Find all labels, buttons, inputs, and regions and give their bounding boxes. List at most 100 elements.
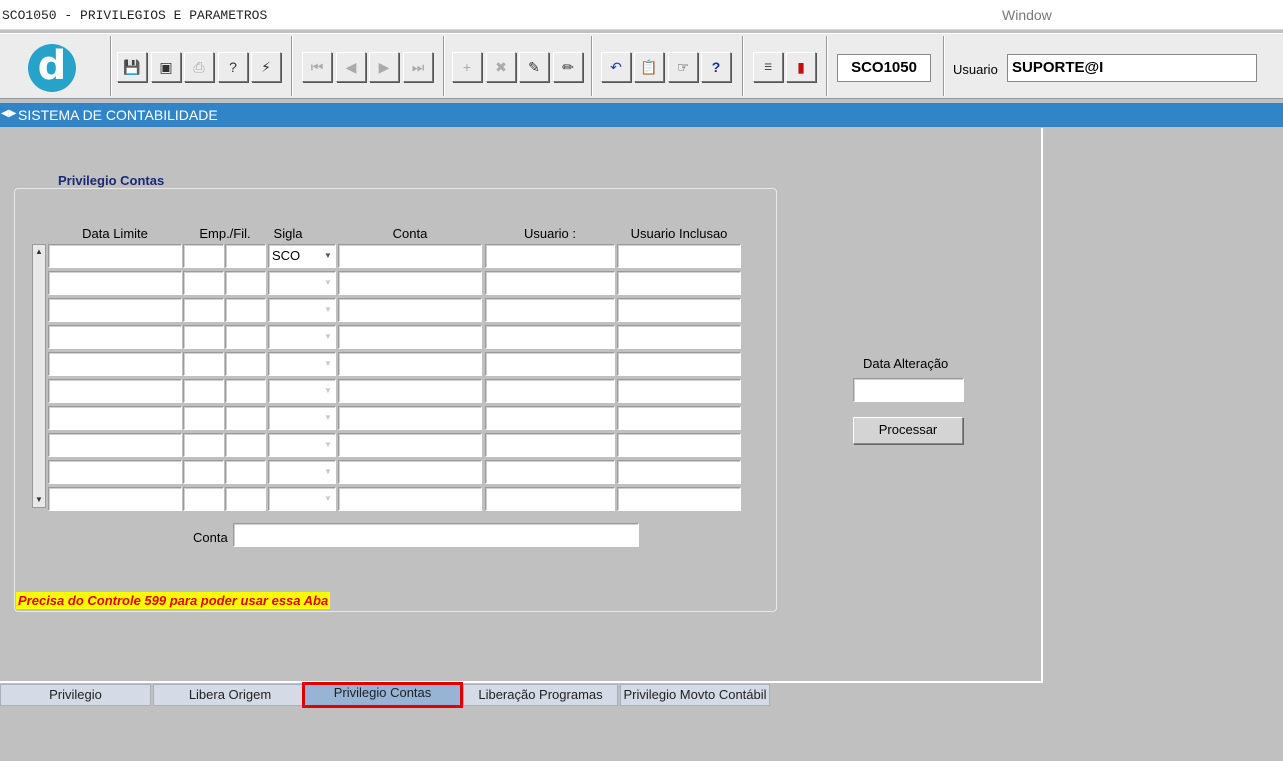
clipboard-icon[interactable]: 📋: [634, 52, 664, 82]
conta-cell[interactable]: [338, 325, 482, 349]
tab-liberacao-programas[interactable]: Liberação Programas: [463, 684, 618, 706]
sigla-dropdown[interactable]: ▼: [268, 325, 336, 349]
usuario-cell[interactable]: [485, 406, 615, 430]
usuario-inclusao-cell[interactable]: [617, 433, 741, 457]
fil-cell[interactable]: [225, 244, 266, 268]
usuario-inclusao-cell[interactable]: [617, 244, 741, 268]
usuario-cell[interactable]: [485, 433, 615, 457]
window-menu[interactable]: Window: [1002, 7, 1052, 23]
sigla-dropdown[interactable]: ▼: [268, 460, 336, 484]
usuario-inclusao-cell[interactable]: [617, 406, 741, 430]
fil-cell[interactable]: [225, 325, 266, 349]
usuario-cell[interactable]: [485, 298, 615, 322]
first-record-icon[interactable]: ⏮: [302, 52, 332, 82]
emp-cell[interactable]: [183, 379, 224, 403]
undo-icon[interactable]: ↶: [601, 52, 631, 82]
tab-libera-origem[interactable]: Libera Origem: [153, 684, 307, 706]
fil-cell[interactable]: [225, 406, 266, 430]
print-icon[interactable]: ⎙: [184, 52, 214, 82]
user-field[interactable]: SUPORTE@I: [1007, 54, 1257, 82]
clear-icon[interactable]: ✏: [553, 52, 583, 82]
chevron-down-icon[interactable]: ▼: [322, 436, 334, 454]
conta-cell[interactable]: [338, 271, 482, 295]
edit-icon[interactable]: ✎: [519, 52, 549, 82]
data-alteracao-field[interactable]: [853, 378, 964, 402]
fil-cell[interactable]: [225, 298, 266, 322]
collapse-icon[interactable]: ◀▶: [1, 108, 16, 119]
data-limite-cell[interactable]: [48, 433, 182, 457]
window-icon[interactable]: ▣: [151, 52, 181, 82]
chevron-down-icon[interactable]: ▼: [322, 247, 334, 265]
fil-cell[interactable]: [225, 433, 266, 457]
fil-cell[interactable]: [225, 460, 266, 484]
usuario-cell[interactable]: [485, 271, 615, 295]
usuario-cell[interactable]: [485, 352, 615, 376]
emp-cell[interactable]: [183, 460, 224, 484]
usuario-inclusao-cell[interactable]: [617, 460, 741, 484]
scroll-down-icon[interactable]: ▼: [33, 494, 45, 506]
sigla-dropdown[interactable]: ▼: [268, 379, 336, 403]
data-limite-cell[interactable]: [48, 244, 182, 268]
usuario-cell[interactable]: [485, 244, 615, 268]
tab-privilegio[interactable]: Privilegio: [0, 684, 151, 706]
grid-scrollbar[interactable]: ▲ ▼: [32, 244, 46, 508]
delete-record-icon[interactable]: ✖: [486, 52, 516, 82]
emp-cell[interactable]: [183, 352, 224, 376]
data-limite-cell[interactable]: [48, 460, 182, 484]
menu-icon[interactable]: ☰: [753, 52, 783, 82]
chevron-down-icon[interactable]: ▼: [322, 382, 334, 400]
last-record-icon[interactable]: ⏭: [403, 52, 433, 82]
emp-cell[interactable]: [183, 298, 224, 322]
conta-cell[interactable]: [338, 460, 482, 484]
conta-cell[interactable]: [338, 379, 482, 403]
query-icon[interactable]: ?: [218, 52, 248, 82]
chevron-down-icon[interactable]: ▼: [322, 301, 334, 319]
chevron-down-icon[interactable]: ▼: [322, 355, 334, 373]
usuario-inclusao-cell[interactable]: [617, 379, 741, 403]
conta-cell[interactable]: [338, 352, 482, 376]
data-limite-cell[interactable]: [48, 406, 182, 430]
conta-cell[interactable]: [338, 433, 482, 457]
data-limite-cell[interactable]: [48, 298, 182, 322]
usuario-inclusao-cell[interactable]: [617, 487, 741, 511]
fil-cell[interactable]: [225, 379, 266, 403]
usuario-cell[interactable]: [485, 325, 615, 349]
fil-cell[interactable]: [225, 271, 266, 295]
scroll-up-icon[interactable]: ▲: [33, 246, 45, 258]
emp-cell[interactable]: [183, 406, 224, 430]
emp-cell[interactable]: [183, 271, 224, 295]
fil-cell[interactable]: [225, 352, 266, 376]
usuario-inclusao-cell[interactable]: [617, 271, 741, 295]
sigla-dropdown[interactable]: ▼: [268, 433, 336, 457]
sigla-dropdown[interactable]: ▼: [268, 352, 336, 376]
sigla-dropdown[interactable]: ▼: [268, 487, 336, 511]
data-limite-cell[interactable]: [48, 325, 182, 349]
data-limite-cell[interactable]: [48, 487, 182, 511]
execute-icon[interactable]: ⚡: [251, 52, 281, 82]
usuario-inclusao-cell[interactable]: [617, 298, 741, 322]
emp-cell[interactable]: [183, 325, 224, 349]
conta-field[interactable]: [233, 523, 639, 547]
usuario-cell[interactable]: [485, 487, 615, 511]
processar-button[interactable]: Processar: [853, 417, 963, 444]
usuario-inclusao-cell[interactable]: [617, 352, 741, 376]
insert-record-icon[interactable]: +: [452, 52, 482, 82]
chevron-down-icon[interactable]: ▼: [322, 463, 334, 481]
exit-icon[interactable]: ▮: [786, 52, 816, 82]
chevron-down-icon[interactable]: ▼: [322, 274, 334, 292]
data-limite-cell[interactable]: [48, 379, 182, 403]
save-icon[interactable]: 💾: [117, 52, 147, 82]
next-record-icon[interactable]: ▶: [369, 52, 399, 82]
chevron-down-icon[interactable]: ▼: [322, 328, 334, 346]
chevron-down-icon[interactable]: ▼: [322, 409, 334, 427]
emp-cell[interactable]: [183, 487, 224, 511]
sigla-dropdown[interactable]: ▼: [268, 271, 336, 295]
conta-cell[interactable]: [338, 298, 482, 322]
tab-privilegio-contas[interactable]: Privilegio Contas: [302, 682, 463, 708]
previous-record-icon[interactable]: ◀: [336, 52, 366, 82]
emp-cell[interactable]: [183, 244, 224, 268]
data-limite-cell[interactable]: [48, 352, 182, 376]
conta-cell[interactable]: [338, 244, 482, 268]
usuario-cell[interactable]: [485, 379, 615, 403]
sigla-dropdown[interactable]: SCO ▼: [268, 244, 336, 268]
